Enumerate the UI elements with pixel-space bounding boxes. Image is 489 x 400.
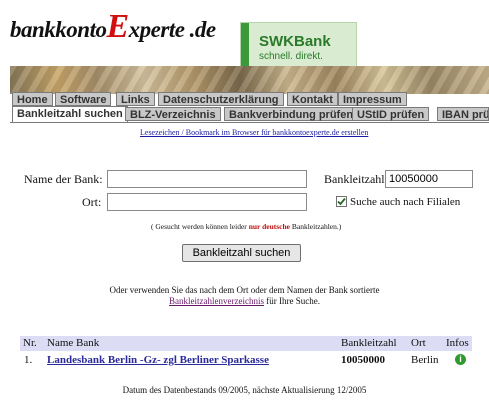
row-bank-name-link[interactable]: Landesbank Berlin -Gz- zgl Berliner Spar… — [47, 354, 269, 366]
banner-subtitle: schnell. direkt. — [259, 51, 323, 62]
blz-verzeichnis-link[interactable]: Bankleitzahlenverzeichnis — [169, 296, 264, 306]
banner-stripe — [241, 23, 249, 68]
header-name-bank: Name Bank — [47, 337, 100, 349]
blz-input[interactable] — [385, 170, 473, 188]
search-note: ( Gesucht werden können leider nur deuts… — [151, 222, 341, 231]
tab-iban-pruefen[interactable]: IBAN prü — [437, 107, 489, 121]
info-icon[interactable]: i — [455, 354, 466, 365]
tab-links[interactable]: Links — [116, 92, 155, 106]
note-suffix: Bankleitzahlen.) — [291, 222, 342, 231]
swkbank-banner[interactable]: SWKBank schnell. direkt. — [240, 22, 357, 69]
site-logo[interactable]: bankkontoExperte .de — [10, 8, 216, 46]
hint-line2: Bankleitzahlenverzeichnis für Ihre Suche… — [0, 296, 489, 306]
header-ort: Ort — [411, 337, 426, 349]
logo-e-letter: E — [106, 8, 129, 45]
hint-suffix: für Ihre Suche. — [266, 296, 320, 306]
bank-name-label: Name der Bank: — [24, 172, 103, 186]
footer-data-date: Datum des Datenbestands 09/2005, nächste… — [122, 385, 367, 395]
bookmark-link[interactable]: Lesezeichen / Bookmark im Browser für ba… — [140, 128, 368, 137]
logo-text-part1: bankkonto — [10, 17, 107, 42]
tab-datenschutz[interactable]: Datenschutzerklärung — [158, 92, 284, 106]
ort-input[interactable] — [107, 193, 307, 211]
header-photo-strip — [10, 66, 489, 94]
note-prefix: ( Gesucht werden können leider — [151, 222, 247, 231]
tab-blz-verzeichnis[interactable]: BLZ-Verzeichnis — [125, 107, 221, 121]
row-nr: 1. — [24, 354, 33, 366]
tab-kontakt[interactable]: Kontakt — [287, 92, 338, 106]
filialen-label: Suche auch nach Filialen — [350, 196, 461, 208]
tab-home[interactable]: Home — [12, 92, 53, 106]
tab-impressum[interactable]: Impressum — [338, 92, 407, 106]
search-button[interactable]: Bankleitzahl suchen — [182, 244, 301, 262]
tab-ustid-pruefen[interactable]: UStID prüfen — [352, 107, 430, 121]
tab-bankleitzahl-suchen[interactable]: Bankleitzahl suchen — [12, 106, 128, 123]
row-ort: Berlin — [411, 354, 439, 366]
banner-title: SWKBank — [259, 33, 331, 50]
ort-label: Ort: — [82, 195, 102, 209]
note-highlight: nur deutsche — [248, 222, 291, 231]
tab-underline — [10, 122, 489, 123]
hint-line1: Oder verwenden Sie das nach dem Ort oder… — [109, 285, 380, 295]
header-bankleitzahl: Bankleitzahl — [341, 337, 397, 349]
logo-text-part2: xperte .de — [128, 17, 216, 42]
blz-label: Bankleitzahl: — [324, 172, 388, 186]
row-blz: 10050000 — [341, 354, 385, 366]
header-nr: Nr. — [23, 337, 37, 349]
filialen-checkbox[interactable] — [336, 196, 347, 207]
header-infos: Infos — [446, 337, 469, 349]
bank-name-input[interactable] — [107, 170, 307, 188]
checkmark-icon — [337, 197, 346, 206]
tab-software[interactable]: Software — [55, 92, 112, 106]
tab-bankverbindung-pruefen[interactable]: Bankverbindung prüfen — [224, 107, 359, 121]
